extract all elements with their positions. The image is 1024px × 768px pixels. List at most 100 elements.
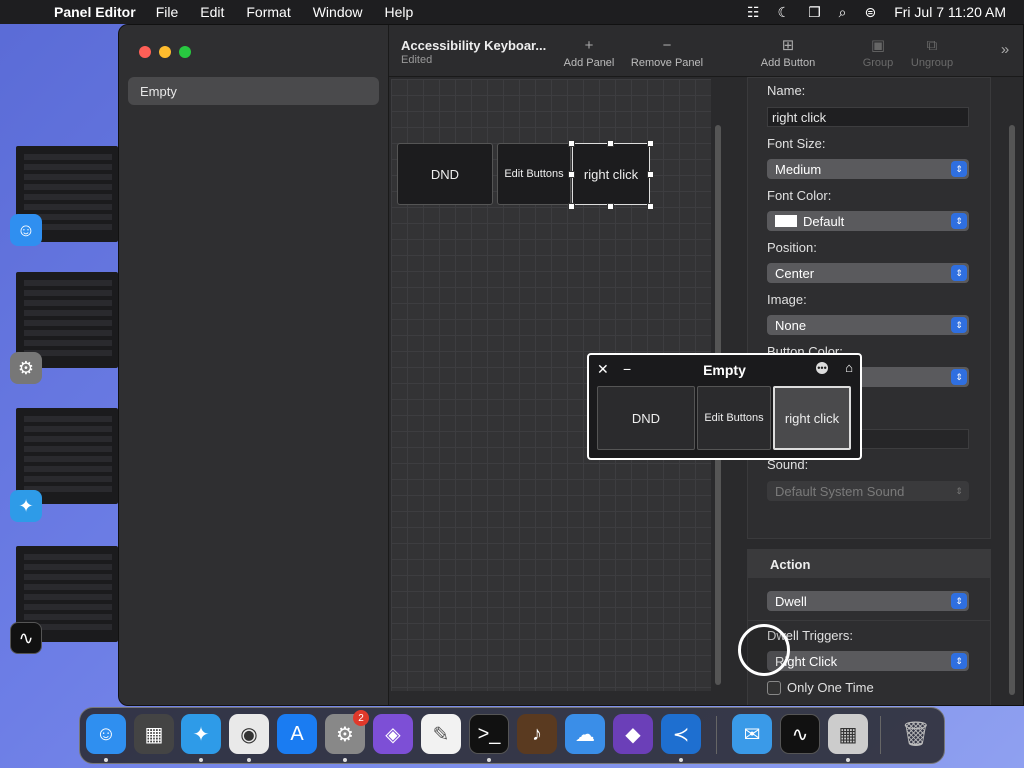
dwell-cursor-ring	[738, 624, 790, 676]
dock-app-store-icon[interactable]: A	[277, 714, 317, 754]
dock-running-indicator	[343, 758, 347, 762]
font-color-popup[interactable]: Default ⇕	[767, 211, 969, 231]
dock-podcasts-icon[interactable]: ◈	[373, 714, 413, 754]
action-popup[interactable]: Dwell ⇕	[767, 591, 969, 611]
dock-trash-icon[interactable]: 🗑	[896, 714, 936, 754]
add-panel-button[interactable]: + Add Panel	[561, 35, 617, 69]
floating-button-right-click[interactable]: right click	[773, 386, 851, 450]
finder-icon: ☺	[10, 214, 42, 246]
zoom-window-button[interactable]	[179, 46, 191, 58]
dock-visual-studio-icon[interactable]: ◆	[613, 714, 653, 754]
dock-safari-icon[interactable]: ✦	[181, 714, 221, 754]
dwell-triggers-popup[interactable]: Right Click ⇕	[767, 651, 969, 671]
resize-handle-top-right[interactable]	[647, 140, 654, 147]
focus-moon-icon[interactable]: ☾	[778, 4, 791, 21]
dock-running-indicator	[104, 758, 108, 762]
position-label: Position:	[767, 240, 817, 255]
dock-vscode-icon[interactable]: ≺	[661, 714, 701, 754]
resize-handle-bottom-right[interactable]	[647, 203, 654, 210]
resize-handle-bottom-left[interactable]	[568, 203, 575, 210]
control-center-icon[interactable]: ⊜	[864, 4, 876, 21]
group-button[interactable]: ▣ Group	[859, 35, 897, 69]
chevron-updown-icon: ⇕	[951, 369, 967, 385]
chevron-updown-icon: ⇕	[951, 317, 967, 333]
minus-icon: −	[662, 37, 672, 54]
menu-edit[interactable]: Edit	[200, 4, 224, 20]
spotlight-search-icon[interactable]: ⌕	[839, 4, 847, 21]
menu-window[interactable]: Window	[313, 4, 363, 20]
dock: ☺ ▦ ✦ ◉ A ⚙ 2 ◈ ✎ >_ ♪ ☁ ◆ ≺ ✉ ∿ ▦ 🗑	[79, 707, 945, 764]
menu-format[interactable]: Format	[246, 4, 290, 20]
dock-running-indicator	[199, 758, 203, 762]
dock-running-indicator	[247, 758, 251, 762]
dock-launchpad-icon[interactable]: ▦	[134, 714, 174, 754]
menu-app-name[interactable]: Panel Editor	[54, 4, 136, 20]
window-switcher-icon[interactable]: ❐	[808, 4, 821, 21]
dock-running-indicator	[679, 758, 683, 762]
canvas-button-edit-buttons[interactable]: Edit Buttons	[497, 143, 571, 205]
color-swatch	[775, 215, 797, 227]
dock-textedit-icon[interactable]: ✎	[421, 714, 461, 754]
name-field[interactable]: right click	[767, 107, 969, 127]
image-label: Image:	[767, 292, 807, 307]
divider	[748, 620, 990, 621]
add-button-button[interactable]: ⊞ Add Button	[757, 35, 819, 69]
menu-file[interactable]: File	[156, 4, 179, 20]
image-popup[interactable]: None ⇕	[767, 315, 969, 335]
dock-running-indicator	[487, 758, 491, 762]
dock-running-indicator	[846, 758, 850, 762]
toolbar: Accessibility Keyboar... Edited + Add Pa…	[389, 25, 1023, 77]
group-icon: ▣	[870, 37, 886, 54]
resize-handle-left[interactable]	[568, 171, 575, 178]
sidebar-item-empty[interactable]: Empty	[128, 77, 379, 105]
only-one-time-checkbox[interactable]	[767, 681, 781, 695]
dock-garageband-icon[interactable]: ♪	[517, 714, 557, 754]
safari-compass-icon: ✦	[10, 490, 42, 522]
text-input-menu-icon[interactable]: ☷	[747, 4, 760, 21]
dock-panel-editor-icon[interactable]: ▦	[828, 714, 868, 754]
inspector-scrollbar[interactable]	[1009, 125, 1015, 695]
font-size-label: Font Size:	[767, 136, 826, 151]
dock-chrome-icon[interactable]: ◉	[229, 714, 269, 754]
canvas-button-dnd[interactable]: DND	[397, 143, 493, 205]
remove-panel-button[interactable]: − Remove Panel	[629, 35, 705, 69]
resize-handle-right[interactable]	[647, 171, 654, 178]
home-icon[interactable]: ⌂	[845, 360, 853, 375]
floating-button-edit-buttons[interactable]: Edit Buttons	[697, 386, 771, 450]
only-one-time-label[interactable]: Only One Time	[787, 680, 874, 695]
toolbar-overflow-chevron-icon[interactable]: »	[995, 39, 1015, 61]
font-color-label: Font Color:	[767, 188, 832, 203]
dock-terminal-icon[interactable]: >_	[469, 714, 509, 754]
chevron-updown-icon: ⇕	[951, 161, 967, 177]
menu-clock[interactable]: Fri Jul 7 11:20 AM	[894, 4, 1006, 20]
more-options-icon[interactable]: •••	[816, 362, 828, 374]
dock-mail-icon[interactable]: ✉	[732, 714, 772, 754]
chevron-updown-icon: ⇕	[951, 593, 967, 609]
resize-handle-top[interactable]	[607, 140, 614, 147]
document-title[interactable]: Accessibility Keyboar...	[401, 38, 546, 53]
chevron-updown-icon: ⇕	[951, 653, 967, 669]
document-status: Edited	[401, 54, 433, 66]
resize-handle-bottom[interactable]	[607, 203, 614, 210]
floating-button-dnd[interactable]: DND	[597, 386, 695, 450]
dock-finder-icon[interactable]: ☺	[86, 714, 126, 754]
sound-popup[interactable]: Default System Sound ⇕	[767, 481, 969, 501]
floating-panel-preview[interactable]: ✕ − Empty ••• ⌂ DND Edit Buttons right c…	[587, 353, 862, 460]
settings-gear-icon: ⚙	[10, 352, 42, 384]
ungroup-button[interactable]: ⧉ Ungroup	[907, 35, 957, 69]
dock-system-settings-icon[interactable]: ⚙ 2	[325, 710, 369, 754]
plus-square-icon: ⊞	[781, 37, 795, 54]
font-size-popup[interactable]: Medium ⇕	[767, 159, 969, 179]
resize-handle-top-left[interactable]	[568, 140, 575, 147]
canvas-button-right-click[interactable]: right click	[572, 143, 650, 205]
position-popup[interactable]: Center ⇕	[767, 263, 969, 283]
minimize-window-button[interactable]	[159, 46, 171, 58]
name-label: Name:	[767, 83, 806, 98]
close-window-button[interactable]	[139, 46, 151, 58]
panel-editor-window: Empty Accessibility Keyboar... Edited + …	[118, 24, 1024, 706]
dock-weather-icon[interactable]: ☁	[565, 714, 605, 754]
activity-monitor-icon: ∿	[10, 622, 42, 654]
chevron-updown-icon: ⇕	[951, 213, 967, 229]
dock-activity-monitor-icon[interactable]: ∿	[780, 714, 820, 754]
menu-help[interactable]: Help	[385, 4, 414, 20]
